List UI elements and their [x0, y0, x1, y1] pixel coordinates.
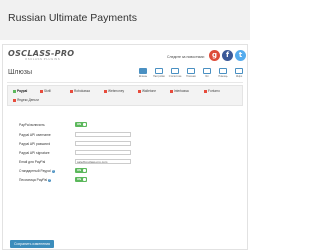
api-username-input[interactable]: [75, 132, 131, 137]
tab-label: Interkassa: [174, 89, 189, 94]
status-dot: [104, 89, 107, 93]
nav-item-help[interactable]: Помощь: [216, 68, 230, 78]
main-panel: OSCLASS-PRO OSCLASS PLUGINS Следите за н…: [2, 44, 248, 250]
twitter-icon[interactable]: t: [235, 50, 246, 61]
nav-item-gateways[interactable]: Шлюзы: [136, 68, 150, 78]
field-label-text: Песочница PayPal: [19, 178, 48, 182]
save-button[interactable]: Сохранить изменения: [10, 240, 54, 248]
tab-label: Robokassa: [74, 89, 90, 94]
info-icon: [235, 68, 243, 74]
tab-label: Яндекс.Деньги: [17, 98, 39, 103]
settings-icon: [155, 68, 163, 74]
gateway-tabs: Paypal Skrill Robokassa Webmoney Walleto…: [7, 85, 243, 106]
nav-label: Помощь: [218, 75, 228, 78]
toggle-knob: [83, 123, 86, 126]
paypal-enable-toggle[interactable]: ON: [75, 122, 87, 127]
nav-item-payments[interactable]: Платежи: [184, 68, 198, 78]
help-icon[interactable]: ?: [51, 169, 55, 173]
gateways-icon: [139, 68, 147, 74]
tab-walletone[interactable]: Walletone: [138, 89, 156, 93]
tab-yandex-money[interactable]: Яндекс.Деньги: [13, 98, 39, 102]
toggle-text: ON: [77, 177, 82, 181]
nav-label: Статистика: [168, 75, 182, 78]
status-dot: [170, 89, 173, 93]
facebook-icon[interactable]: f: [222, 50, 233, 61]
tab-webmoney[interactable]: Webmoney: [104, 89, 124, 93]
payments-icon: [187, 68, 195, 74]
status-dot: [13, 98, 16, 102]
status-dot: [138, 89, 141, 93]
page-title: Шлюзы: [8, 69, 32, 76]
status-dot: [40, 89, 43, 93]
tab-fortumo[interactable]: Fortumo: [204, 89, 220, 93]
api-signature-input[interactable]: [75, 150, 131, 155]
toggle-knob: [83, 178, 86, 181]
field-label-text: Стандартный Paypal: [19, 169, 51, 173]
title-bar: Russian Ultimate Payments: [0, 0, 250, 40]
logo-subtitle: OSCLASS PLUGINS: [25, 57, 61, 61]
sandbox-toggle[interactable]: ON: [75, 177, 87, 182]
tab-interkassa[interactable]: Interkassa: [170, 89, 189, 93]
nav-label: Платежи: [186, 75, 196, 78]
help-icon: [219, 68, 227, 74]
nav-item-stats[interactable]: Статистика: [168, 68, 182, 78]
stats-icon: [171, 68, 179, 74]
field-label: Paypal API password: [19, 142, 51, 146]
tab-paypal[interactable]: Paypal: [13, 89, 27, 93]
tab-label: Skrill: [44, 89, 51, 94]
field-label: Email для PayPal: [19, 160, 46, 164]
tab-skrill[interactable]: Skrill: [40, 89, 51, 93]
api-password-input[interactable]: [75, 141, 131, 146]
tab-label: Fortumo: [208, 89, 220, 94]
nav-label: Лог: [205, 75, 209, 78]
toggle-knob: [83, 169, 86, 172]
tab-label: Webmoney: [108, 89, 125, 94]
status-dot: [13, 89, 16, 93]
standard-paypal-toggle[interactable]: ON: [75, 168, 87, 173]
tab-label: Paypal: [17, 89, 28, 94]
field-label: Paypal API signature: [19, 151, 50, 155]
app-title: Russian Ultimate Payments: [8, 12, 137, 24]
social-follow-text: Следите за новостями:: [167, 55, 205, 59]
nav-label: Инфо: [235, 75, 243, 78]
nav-label: Шлюзы: [138, 75, 148, 78]
divider: [7, 82, 243, 83]
tab-label: Walletone: [142, 89, 157, 94]
field-label: Paypal API username: [19, 133, 51, 137]
log-icon: [203, 68, 211, 74]
nav-item-settings[interactable]: Настройки: [152, 68, 166, 78]
field-label: Песочница PayPal?: [19, 178, 52, 182]
nav-item-info[interactable]: Инфо: [232, 68, 246, 78]
status-dot: [70, 89, 73, 93]
nav-label: Настройки: [153, 75, 165, 78]
toggle-text: ON: [77, 122, 82, 126]
field-label: PayPal включить: [19, 123, 45, 127]
google-plus-icon[interactable]: g: [209, 50, 220, 61]
help-icon[interactable]: ?: [48, 178, 52, 182]
field-label: Стандартный Paypal?: [19, 169, 55, 173]
paypal-email-input[interactable]: sale@osclass-pro.com: [75, 159, 131, 164]
status-dot: [204, 89, 207, 93]
nav-item-log[interactable]: Лог: [200, 68, 214, 78]
toggle-text: ON: [77, 168, 82, 172]
tab-robokassa[interactable]: Robokassa: [70, 89, 90, 93]
